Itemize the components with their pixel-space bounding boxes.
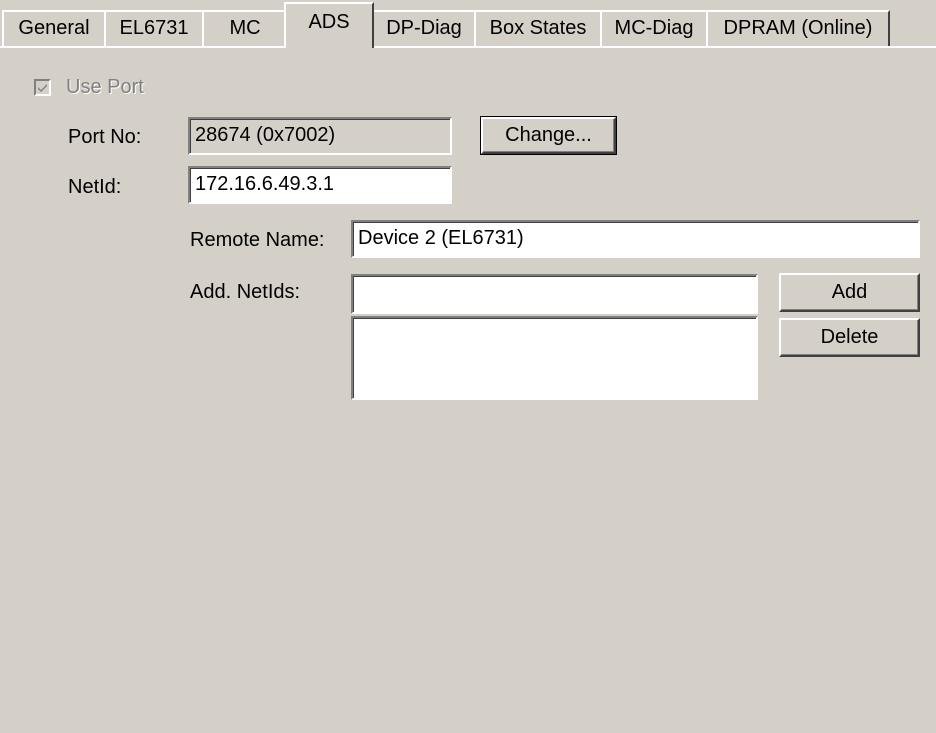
tab-dp-diag[interactable]: DP-Diag — [372, 10, 476, 46]
tab-mc-diag[interactable]: MC-Diag — [600, 10, 708, 46]
add-netids-list[interactable] — [351, 316, 758, 400]
use-port-label: Use Port — [66, 75, 144, 98]
checkmark-icon — [38, 83, 47, 92]
port-no-field: 28674 (0x7002) — [188, 117, 452, 155]
use-port-checkbox[interactable]: Use Port — [34, 75, 144, 99]
tab-strip-border — [0, 46, 284, 48]
tab-ads[interactable]: ADS — [284, 2, 374, 48]
tab-el6731[interactable]: EL6731 — [104, 10, 204, 46]
add-netid-button[interactable]: Add — [779, 273, 920, 312]
tab-dpram-online[interactable]: DPRAM (Online) — [706, 10, 890, 46]
tab-strip: General EL6731 MC ADS DP-Diag Box States… — [0, 0, 936, 48]
add-netid-input[interactable] — [351, 274, 758, 314]
netid-label: NetId: — [68, 176, 122, 198]
tab-strip-border — [372, 46, 936, 48]
port-no-label: Port No: — [68, 126, 142, 148]
remote-name-label: Remote Name: — [190, 229, 325, 251]
use-port-checkbox-box[interactable] — [34, 78, 51, 96]
delete-netid-button[interactable]: Delete — [779, 318, 920, 357]
tab-mc[interactable]: MC — [202, 10, 286, 46]
remote-name-input[interactable]: Device 2 (EL6731) — [351, 220, 920, 258]
tab-general[interactable]: General — [2, 10, 106, 46]
change-port-button[interactable]: Change... — [480, 116, 617, 155]
netid-input[interactable]: 172.16.6.49.3.1 — [188, 166, 452, 204]
add-netids-label: Add. NetIds: — [190, 281, 301, 303]
tab-box-states[interactable]: Box States — [474, 10, 602, 46]
